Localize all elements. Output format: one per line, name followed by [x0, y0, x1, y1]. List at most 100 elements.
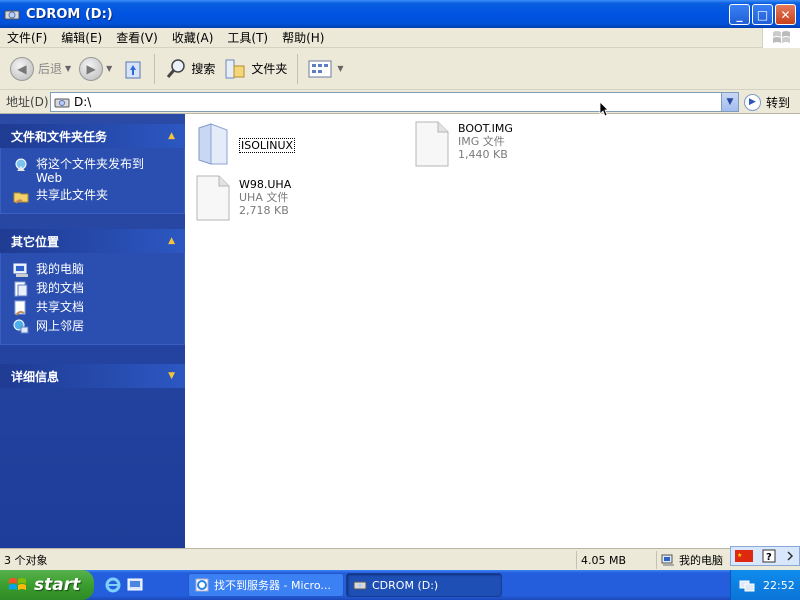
- close-button[interactable]: ✕: [775, 4, 796, 25]
- toolbar: ◀ 后退 ▼ ▶ ▼ 搜索 文件夹 ▼: [0, 48, 800, 90]
- places-group-title: 其它位置: [11, 234, 60, 249]
- details-group: 详细信息 ▼: [0, 364, 185, 388]
- details-group-header[interactable]: 详细信息 ▼: [0, 364, 185, 388]
- cdrom-drive-icon: [4, 10, 20, 20]
- cdrom-drive-icon: [353, 581, 367, 590]
- collapse-icon: ▲: [168, 131, 175, 141]
- generic-file-icon: [415, 121, 449, 167]
- menu-view[interactable]: 查看(V): [109, 28, 165, 48]
- views-icon: [308, 60, 332, 77]
- back-dropdown-icon[interactable]: ▼: [65, 64, 71, 73]
- status-size-cell: 4.05 MB: [576, 551, 656, 569]
- tasks-group-header[interactable]: 文件和文件夹任务 ▲: [0, 124, 185, 148]
- forward-arrow-icon: ▶: [79, 56, 104, 81]
- task-share-folder-label: 共享此文件夹: [36, 188, 109, 202]
- views-button[interactable]: ▼: [304, 52, 347, 86]
- file-item-boot-img[interactable]: BOOT.IMG IMG 文件 1,440 KB: [412, 120, 513, 168]
- clock[interactable]: 22:52: [763, 579, 795, 592]
- maximize-button[interactable]: □: [752, 4, 773, 25]
- tasks-group-body: 将这个文件夹发布到 Web 共享此文件夹: [0, 148, 185, 214]
- search-label: 搜索: [191, 62, 216, 76]
- tasks-group: 文件和文件夹任务 ▲ 将这个文件夹发布到 Web 共享此文件夹: [0, 124, 185, 214]
- place-my-documents[interactable]: 我的文档: [13, 281, 184, 297]
- address-label: 地址(D): [6, 95, 49, 109]
- task-ie-window[interactable]: 找不到服务器 - Micro...: [188, 573, 344, 597]
- menu-tools[interactable]: 工具(T): [220, 28, 275, 48]
- go-label: 转到: [766, 95, 791, 110]
- my-computer-icon: [661, 554, 674, 566]
- address-dropdown-icon[interactable]: ▼: [721, 93, 738, 111]
- task-publish-web-label: 将这个文件夹发布到 Web: [36, 157, 145, 185]
- details-group-title: 详细信息: [11, 369, 60, 384]
- windows-logo-icon: [762, 28, 800, 48]
- place-my-documents-label: 我的文档: [36, 281, 85, 295]
- cdrom-drive-icon: [54, 98, 70, 108]
- task-publish-web[interactable]: 将这个文件夹发布到 Web: [13, 157, 184, 185]
- up-folder-button[interactable]: [116, 52, 148, 86]
- places-group-header[interactable]: 其它位置 ▲: [0, 229, 185, 253]
- go-arrow-icon: ▶: [744, 93, 761, 111]
- network-status-icon[interactable]: [739, 578, 755, 592]
- places-group-body: 我的电脑 我的文档 共享文档 网上邻居: [0, 253, 185, 345]
- start-label: start: [34, 575, 81, 595]
- taskbar: start 找不到服务器 - Micro... CDROM (D:) 22:52: [0, 570, 800, 600]
- window-title: CDROM (D:): [26, 6, 113, 22]
- file-item-w98-uha[interactable]: W98.UHA UHA 文件 2,718 KB: [193, 174, 291, 222]
- status-location-cell: 我的电脑: [656, 551, 730, 569]
- status-size: 4.05 MB: [581, 553, 627, 567]
- file-type: UHA 文件: [239, 191, 289, 204]
- forward-dropdown-icon[interactable]: ▼: [106, 64, 112, 73]
- internet-explorer-icon[interactable]: [104, 576, 122, 594]
- file-item-isolinux[interactable]: ISOLINUX: [193, 120, 296, 168]
- folders-button[interactable]: 文件夹: [219, 52, 291, 86]
- file-name: BOOT.IMG: [458, 122, 513, 135]
- publish-web-icon: [15, 158, 27, 171]
- expand-icon: ▼: [168, 371, 175, 381]
- china-flag-icon: ★: [735, 550, 754, 562]
- up-folder-icon: [125, 61, 141, 78]
- place-my-computer[interactable]: 我的电脑: [13, 262, 184, 278]
- address-bar: 地址(D) D:\ ▼ ▶ 转到: [0, 90, 800, 114]
- internet-explorer-icon: [195, 578, 209, 592]
- tasks-group-title: 文件和文件夹任务: [11, 129, 108, 144]
- windows-logo-icon: [9, 578, 26, 590]
- task-ie-label: 找不到服务器 - Micro...: [214, 579, 331, 592]
- task-cdrom-window[interactable]: CDROM (D:): [346, 573, 502, 597]
- place-shared-documents[interactable]: 共享文档: [13, 300, 184, 316]
- file-view[interactable]: ISOLINUX BOOT.IMG IMG 文件 1,440 KB W98.UH…: [185, 114, 800, 548]
- search-icon: [167, 58, 186, 78]
- place-network-label: 网上邻居: [36, 319, 85, 333]
- go-button[interactable]: ▶ 转到: [744, 92, 790, 112]
- minimize-button[interactable]: _: [729, 4, 750, 25]
- back-arrow-icon: ◀: [10, 56, 34, 81]
- menu-favorites[interactable]: 收藏(A): [165, 28, 221, 48]
- menu-edit[interactable]: 编辑(E): [54, 28, 109, 48]
- folders-label: 文件夹: [251, 62, 288, 76]
- my-computer-icon: [13, 263, 28, 277]
- toolbar-separator: [154, 53, 156, 84]
- back-button[interactable]: ◀ 后退 ▼: [6, 52, 75, 86]
- forward-button[interactable]: ▶ ▼: [75, 52, 116, 86]
- language-bar-options-icon[interactable]: [785, 549, 795, 563]
- menu-file[interactable]: 文件(F): [0, 28, 54, 48]
- places-group: 其它位置 ▲ 我的电脑 我的文档 共享文档 网上邻居: [0, 229, 185, 345]
- start-button[interactable]: start: [0, 570, 94, 600]
- mouse-cursor-icon: [599, 101, 609, 117]
- folders-icon: [225, 59, 245, 78]
- shared-documents-icon: [14, 300, 26, 316]
- show-desktop-icon[interactable]: [126, 576, 144, 594]
- svg-text:?: ?: [766, 552, 772, 563]
- views-dropdown-icon[interactable]: ▼: [337, 64, 343, 73]
- help-icon[interactable]: ?: [762, 549, 776, 563]
- address-input[interactable]: D:\ ▼: [50, 92, 739, 112]
- menu-help[interactable]: 帮助(H): [275, 28, 331, 48]
- file-size: 1,440 KB: [458, 148, 508, 161]
- task-share-folder[interactable]: 共享此文件夹: [13, 188, 184, 204]
- search-button[interactable]: 搜索: [161, 52, 219, 86]
- status-object-count: 3 个对象: [4, 553, 48, 567]
- title-bar[interactable]: CDROM (D:) _ □ ✕: [0, 0, 800, 28]
- language-bar[interactable]: ★ ?: [730, 546, 800, 566]
- generic-file-icon: [196, 175, 230, 221]
- system-tray: 22:52: [730, 570, 800, 600]
- place-network[interactable]: 网上邻居: [13, 319, 184, 335]
